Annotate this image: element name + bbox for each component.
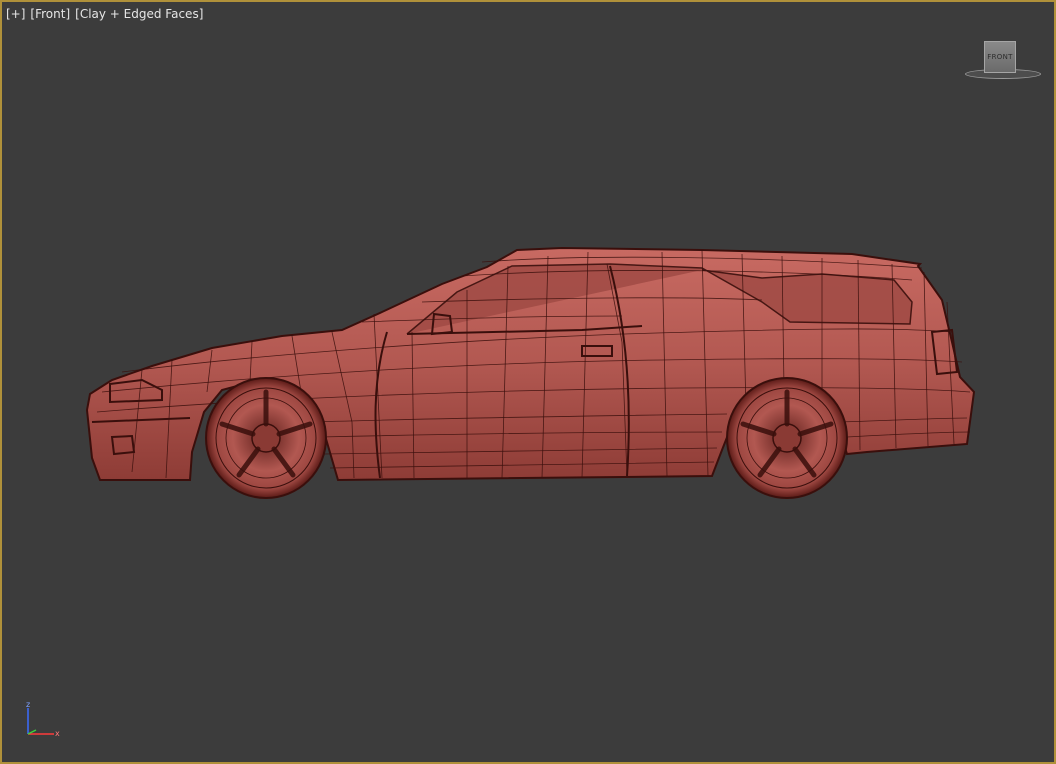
axis-tripod: z x — [26, 700, 60, 738]
car-model-wireframe — [85, 246, 976, 499]
rear-wheel — [726, 377, 848, 499]
axis-z-label: z — [26, 700, 30, 709]
front-wheel — [205, 377, 327, 499]
viewport-shading-label[interactable]: [Clay + Edged Faces] — [75, 7, 203, 21]
viewport-label-bar: [+] [Front] [Clay + Edged Faces] — [6, 7, 208, 21]
viewcube-front-face[interactable]: FRONT — [984, 41, 1016, 73]
viewport-menu-plus[interactable]: [+] — [6, 7, 25, 21]
axis-x-label: x — [55, 729, 60, 738]
viewcube[interactable]: FRONT — [962, 38, 1044, 84]
viewport-point-of-view-label[interactable]: [Front] — [30, 7, 70, 21]
viewport-front[interactable]: [+] [Front] [Clay + Edged Faces] FRONT z… — [0, 0, 1056, 764]
